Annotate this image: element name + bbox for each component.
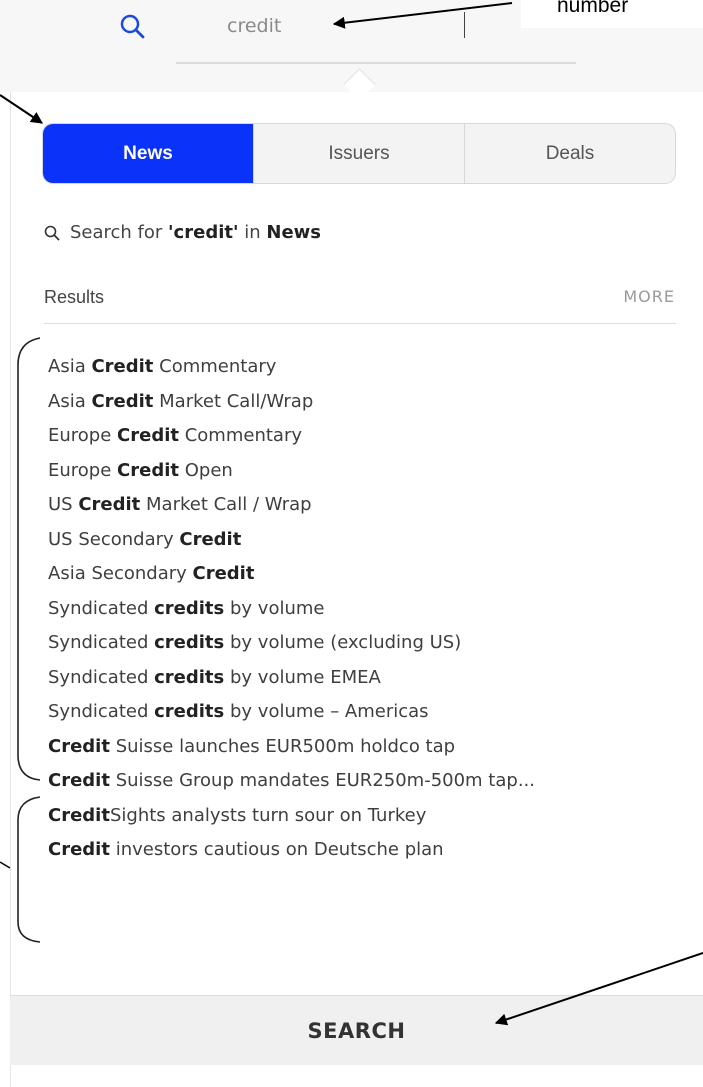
results-divider bbox=[44, 323, 676, 324]
search-icon[interactable] bbox=[116, 10, 150, 44]
list-item[interactable]: Asia Secondary Credit bbox=[48, 562, 535, 597]
search-input[interactable]: credit bbox=[176, 0, 576, 64]
small-search-icon bbox=[44, 225, 60, 240]
list-item[interactable]: Credit Suisse launches EUR500m holdco ta… bbox=[48, 735, 535, 770]
search-for-prefix: Search for bbox=[70, 222, 163, 243]
search-query-text[interactable]: credit bbox=[227, 15, 281, 37]
more-link[interactable]: MORE bbox=[623, 287, 675, 306]
list-item[interactable]: Europe Credit Open bbox=[48, 459, 535, 494]
search-in-news-link[interactable]: Search for 'credit' in News bbox=[44, 222, 321, 243]
category-tabs: News Issuers Deals bbox=[42, 123, 676, 184]
annotation-stub bbox=[0, 861, 11, 869]
list-item[interactable]: CreditSights analysts turn sour on Turke… bbox=[48, 804, 535, 839]
tab-deals[interactable]: Deals bbox=[464, 124, 675, 183]
list-item[interactable]: Syndicated credits by volume (excluding … bbox=[48, 631, 535, 666]
tab-issuers[interactable]: Issuers bbox=[253, 124, 464, 183]
annotation-note-text: number bbox=[557, 0, 629, 17]
list-item[interactable]: US Secondary Credit bbox=[48, 528, 535, 563]
list-item[interactable]: Europe Credit Commentary bbox=[48, 424, 535, 459]
search-for-query: 'credit' bbox=[168, 222, 239, 243]
search-for-scope: News bbox=[266, 222, 321, 243]
results-heading: Results bbox=[44, 287, 105, 307]
tab-news[interactable]: News bbox=[43, 124, 253, 183]
list-item[interactable]: US Credit Market Call / Wrap bbox=[48, 493, 535, 528]
search-button[interactable]: SEARCH bbox=[10, 995, 703, 1065]
list-item[interactable]: Asia Credit Commentary bbox=[48, 355, 535, 390]
list-item[interactable]: Credit Suisse Group mandates EUR250m-500… bbox=[48, 769, 535, 804]
list-item[interactable]: Asia Credit Market Call/Wrap bbox=[48, 390, 535, 425]
results-list: Asia Credit Commentary Asia Credit Marke… bbox=[48, 355, 535, 873]
list-item[interactable]: Syndicated credits by volume EMEA bbox=[48, 666, 535, 701]
search-for-middle: in bbox=[244, 222, 261, 243]
list-item[interactable]: Credit investors cautious on Deutsche pl… bbox=[48, 838, 535, 873]
text-caret bbox=[464, 12, 465, 38]
list-item[interactable]: Syndicated credits by volume bbox=[48, 597, 535, 632]
list-item[interactable]: Syndicated credits by volume – Americas bbox=[48, 700, 535, 735]
